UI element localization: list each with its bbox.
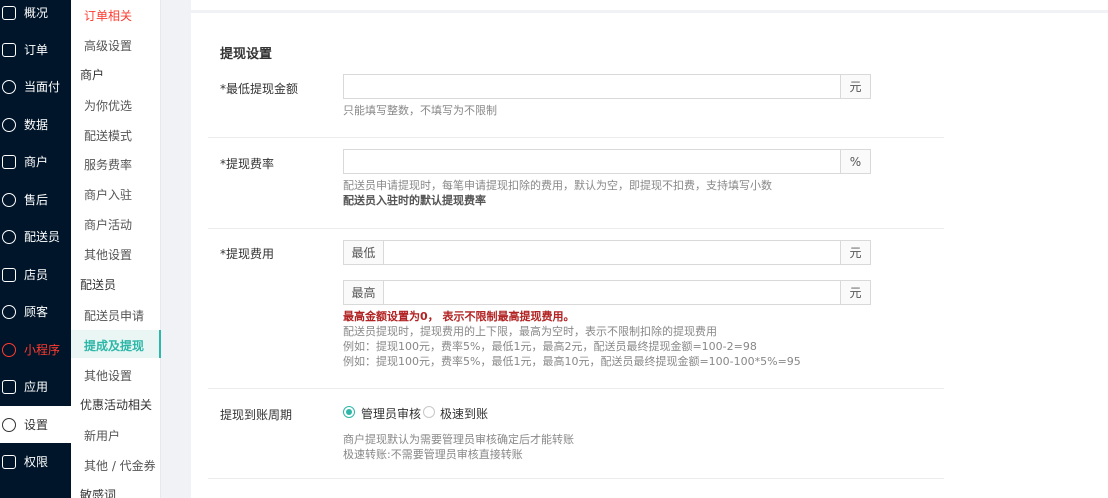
nav-face-pay[interactable]: 当面付 — [0, 68, 71, 105]
settings-submenu: 订单相关 高级设置 商户 为你优选 配送模式 服务费率 商户入驻 商户活动 其他… — [71, 0, 161, 498]
order-icon — [2, 42, 16, 57]
submenu-withdraw[interactable]: 提成及提现 — [84, 337, 144, 354]
fee-max-prefix: 最高 — [343, 280, 383, 305]
submenu-group-courier: 配送员 — [80, 278, 117, 292]
nav-label: 数据 — [24, 118, 49, 132]
nav-orders[interactable]: 订单 — [0, 31, 71, 68]
fee-min-unit: 元 — [841, 240, 871, 265]
submenu-courier-application[interactable]: 配送员申请 — [84, 307, 144, 324]
submenu-group-merchant: 商户 — [80, 68, 105, 82]
nav-label: 权限 — [24, 455, 49, 469]
submenu-service-rate[interactable]: 服务费率 — [84, 156, 132, 173]
fee-min-input[interactable] — [383, 240, 841, 265]
min-amount-unit: 元 — [841, 74, 871, 99]
submenu-other-settings[interactable]: 其他设置 — [84, 246, 132, 263]
main-sidebar: 概况 订单 当面付 数据 商户 售后 配送员 店员 顾客 小程序 应用 设置 权… — [0, 0, 71, 498]
min-amount-label: *最低提现金额 — [220, 82, 299, 96]
period-hint: 商户提现默认为需要管理员审核确定后才能转账 — [343, 433, 574, 446]
submenu-group-promo: 优惠活动相关 — [80, 398, 153, 412]
nav-label: 订单 — [24, 43, 49, 57]
nav-label: 顾客 — [24, 305, 49, 319]
nav-settings[interactable]: 设置 — [0, 406, 71, 443]
clerk-icon — [2, 267, 16, 282]
divider — [208, 137, 944, 138]
radio-admin-review-label[interactable]: 管理员审核 — [361, 405, 421, 422]
nav-customer[interactable]: 顾客 — [0, 293, 71, 330]
nav-mini-program[interactable]: 小程序 — [0, 331, 71, 368]
nav-label: 商户 — [24, 155, 49, 169]
nav-courier[interactable]: 配送员 — [0, 218, 71, 255]
nav-label: 当面付 — [24, 80, 61, 94]
radio-admin-review[interactable] — [343, 406, 355, 418]
fee-rate-label: *提现费率 — [220, 157, 275, 171]
nav-merchant[interactable]: 商户 — [0, 143, 71, 180]
fee-max-input[interactable] — [383, 280, 841, 305]
nav-permissions[interactable]: 权限 — [0, 443, 71, 480]
submenu-advanced-settings[interactable]: 高级设置 — [84, 37, 132, 54]
radio-instant-label[interactable]: 极速到账 — [440, 405, 488, 422]
submenu-preferred[interactable]: 为你优选 — [84, 97, 132, 114]
service-icon — [2, 192, 16, 207]
submenu-coupon[interactable]: 其他 / 代金券 — [84, 457, 156, 474]
fee-min-prefix: 最低 — [343, 240, 383, 265]
fee-rate-unit: % — [841, 149, 871, 174]
nav-label: 概况 — [24, 6, 49, 20]
period-instant-hint: 极速转账:不需要管理员审核直接转账 — [343, 448, 523, 461]
min-amount-hint: 只能填写整数，不填写为不限制 — [343, 104, 497, 117]
submenu-order-related[interactable]: 订单相关 — [84, 7, 132, 24]
fee-label: *提现费用 — [220, 247, 275, 261]
submenu-delivery-mode[interactable]: 配送模式 — [84, 127, 132, 144]
period-label: 提现到账周期 — [220, 408, 293, 422]
nav-label: 售后 — [24, 193, 49, 207]
fee-rate-default-hint: 配送员入驻时的默认提现费率 — [343, 194, 486, 207]
lock-icon — [2, 454, 16, 469]
nav-data[interactable]: 数据 — [0, 106, 71, 143]
divider — [208, 228, 944, 229]
nav-apps[interactable]: 应用 — [0, 368, 71, 405]
min-amount-input[interactable] — [343, 74, 841, 99]
mini-program-icon — [2, 342, 16, 357]
divider — [208, 478, 944, 479]
gear-icon — [2, 417, 16, 432]
courier-icon — [2, 229, 16, 244]
fee-example-2: 例如：提现100元，费率5%，最低1元，最高10元，配送员最终提现金额=100-… — [343, 355, 801, 368]
fee-warning: 最高金额设置为0， 表示不限制最高提现费用。 — [343, 310, 575, 323]
overview-icon — [2, 5, 16, 20]
submenu-sensitive-words[interactable]: 敏感词 — [80, 486, 116, 498]
pay-icon — [2, 79, 16, 94]
nav-label: 小程序 — [24, 343, 61, 357]
submenu-merchant-activity[interactable]: 商户活动 — [84, 216, 132, 233]
top-card-strip — [191, 0, 1108, 10]
apps-grid-icon — [2, 379, 16, 394]
chart-icon — [2, 117, 16, 132]
fee-example-1: 例如：提现100元，费率5%，最低1元，最高2元，配送员最终提现金额=100-2… — [343, 340, 757, 353]
fee-rate-input[interactable] — [343, 149, 841, 174]
submenu-other-settings-courier[interactable]: 其他设置 — [84, 367, 132, 384]
nav-after-sales[interactable]: 售后 — [0, 181, 71, 218]
nav-label: 店员 — [24, 268, 49, 282]
customer-icon — [2, 304, 16, 319]
nav-label: 设置 — [24, 418, 49, 432]
nav-overview[interactable]: 概况 — [0, 0, 71, 31]
nav-clerk[interactable]: 店员 — [0, 256, 71, 293]
fee-max-unit: 元 — [841, 280, 871, 305]
submenu-merchant-join[interactable]: 商户入驻 — [84, 186, 132, 203]
submenu-new-user[interactable]: 新用户 — [84, 427, 120, 444]
fee-hint: 配送员提现时，提现费用的上下限，最高为空时，表示不限制扣除的提现费用 — [343, 325, 717, 338]
fee-rate-hint: 配送员申请提现时，每笔申请提现扣除的费用，默认为空，即提现不扣费，支持填写小数 — [343, 179, 772, 192]
nav-label: 配送员 — [24, 230, 61, 244]
store-icon — [2, 154, 16, 169]
radio-instant[interactable] — [423, 406, 435, 418]
nav-label: 应用 — [24, 380, 49, 394]
divider — [208, 388, 944, 389]
section-title: 提现设置 — [220, 47, 273, 62]
